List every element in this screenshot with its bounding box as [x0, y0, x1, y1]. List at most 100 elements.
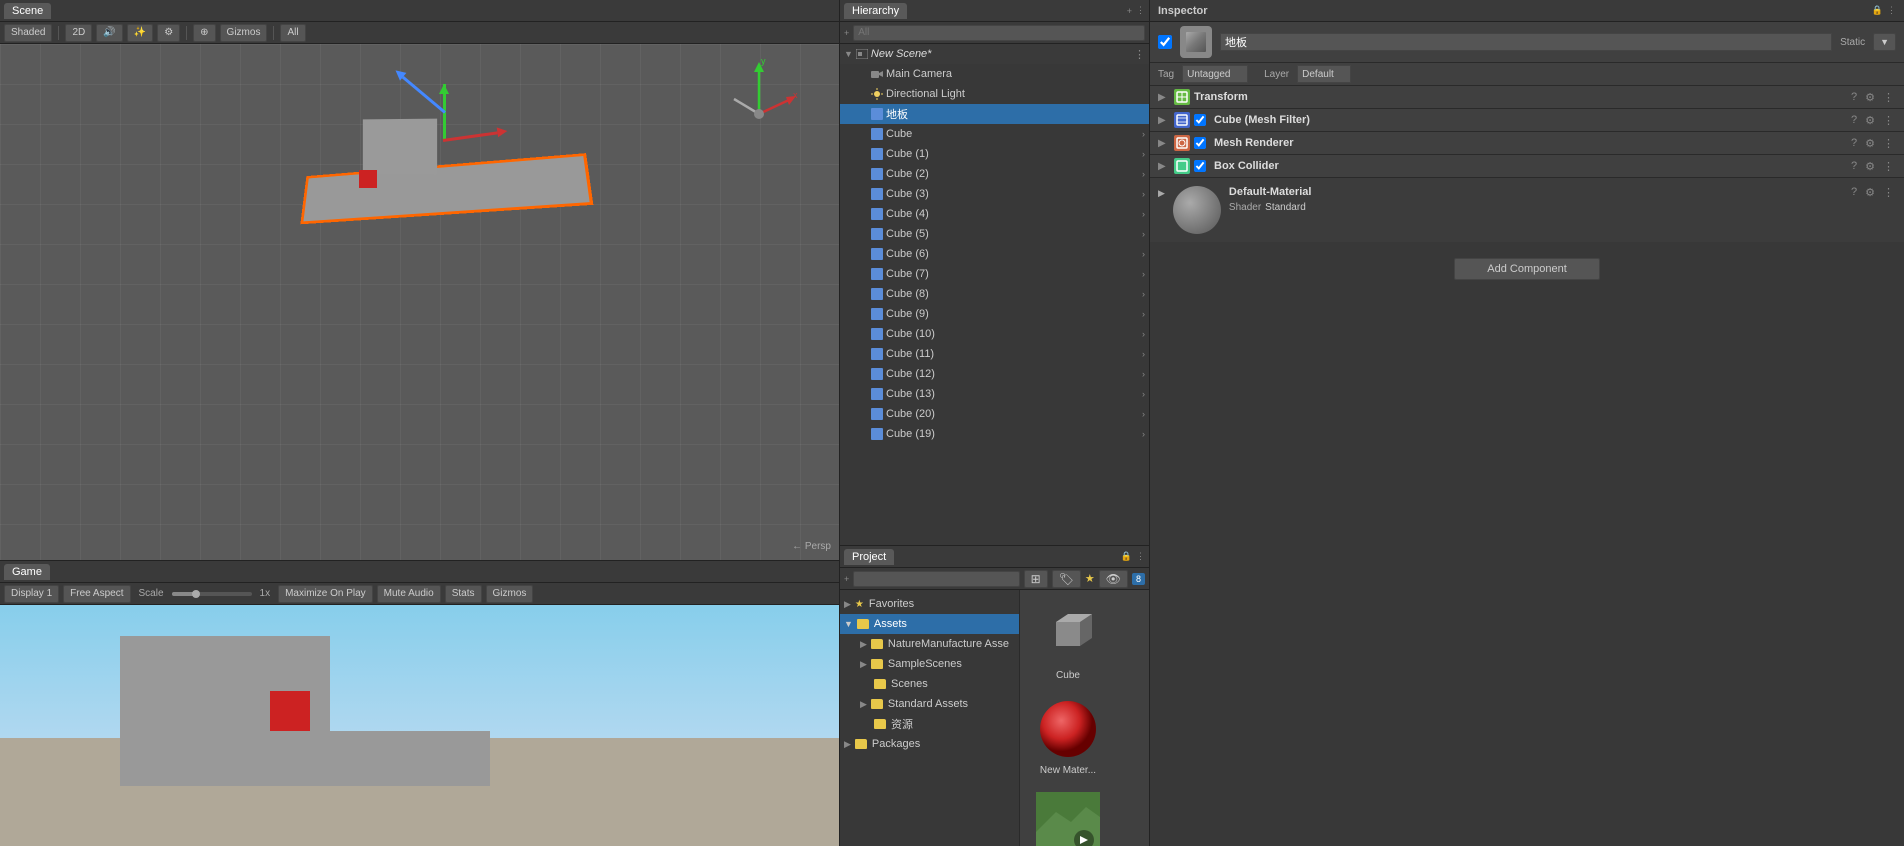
scene-viewport[interactable]: y x ← Persp: [0, 44, 839, 560]
hierarchy-item-cube-8[interactable]: Cube (8) ›: [840, 284, 1149, 304]
mesh-filter-menu-btn[interactable]: ⋮: [1881, 114, 1896, 127]
assets-item[interactable]: ▼ Assets: [840, 614, 1019, 634]
hierarchy-plus-btn[interactable]: +: [844, 28, 849, 38]
mesh-filter-help-btn[interactable]: ?: [1849, 114, 1859, 126]
packages-item[interactable]: ▶ Packages: [840, 734, 1019, 754]
audio-btn[interactable]: 🔊: [96, 24, 122, 42]
scenes-item[interactable]: Scenes: [840, 674, 1019, 694]
mesh-renderer-menu-btn[interactable]: ⋮: [1881, 137, 1896, 150]
box-collider-settings-btn[interactable]: ⚙: [1863, 160, 1877, 173]
scene-tab[interactable]: Scene: [4, 3, 51, 19]
transform-help-btn[interactable]: ?: [1849, 91, 1859, 103]
hierarchy-item-cube-11[interactable]: Cube (11) ›: [840, 344, 1149, 364]
static-dropdown-btn[interactable]: ▼: [1873, 33, 1896, 51]
project-add-btn[interactable]: +: [844, 574, 849, 584]
material-settings-btn[interactable]: ⚙: [1863, 186, 1877, 199]
scene-options-btn[interactable]: ⋮: [1134, 48, 1145, 61]
aspect-dropdown[interactable]: Free Aspect: [63, 585, 130, 603]
hierarchy-item-cube[interactable]: Cube ›: [840, 124, 1149, 144]
stats-btn[interactable]: Stats: [445, 585, 482, 603]
asset-material[interactable]: New Mater...: [1028, 693, 1108, 780]
tag-select[interactable]: Untagged: [1182, 65, 1248, 83]
project-lock-btn[interactable]: 🔒: [1121, 551, 1132, 562]
standard-assets-item[interactable]: ▶ Standard Assets: [840, 694, 1019, 714]
hierarchy-item-cube-6[interactable]: Cube (6) ›: [840, 244, 1149, 264]
sample-scenes-item[interactable]: ▶ SampleScenes: [840, 654, 1019, 674]
scale-slider[interactable]: [172, 592, 252, 596]
hierarchy-item-cube-5[interactable]: Cube (5) ›: [840, 224, 1149, 244]
mesh-filter-expand-arrow: ▶: [1158, 115, 1170, 126]
layer-select[interactable]: Default: [1297, 65, 1351, 83]
box-collider-help-btn[interactable]: ?: [1849, 160, 1859, 172]
hierarchy-item-floor[interactable]: 地板: [840, 104, 1149, 124]
mute-btn[interactable]: Mute Audio: [377, 585, 441, 603]
hierarchy-item-directional-light[interactable]: Directional Light: [840, 84, 1149, 104]
mesh-renderer-component-header[interactable]: ▶ Mesh Renderer ? ⚙ ⋮: [1150, 132, 1904, 154]
maximize-btn[interactable]: Maximize On Play: [278, 585, 373, 603]
left-panels: Scene Shaded 2D 🔊 ✨ ⚙ ⊕ Gizmos All: [0, 0, 840, 846]
mesh-renderer-settings-btn[interactable]: ⚙: [1863, 137, 1877, 150]
all-dropdown[interactable]: All: [280, 24, 305, 42]
hierarchy-item-cube-12[interactable]: Cube (12) ›: [840, 364, 1149, 384]
gizmos-dropdown[interactable]: Gizmos: [220, 24, 268, 42]
shading-dropdown[interactable]: Shaded: [4, 24, 52, 42]
mode-2d-btn[interactable]: 2D: [65, 24, 92, 42]
scene-expand-arrow[interactable]: ▼: [844, 49, 853, 59]
project-eye-btn[interactable]: 👁: [1099, 570, 1128, 588]
mesh-filter-settings-btn[interactable]: ⚙: [1863, 114, 1877, 127]
project-filter-btn[interactable]: ⊞: [1024, 570, 1048, 588]
project-search-input[interactable]: [853, 571, 1019, 587]
hierarchy-add-btn[interactable]: +: [1127, 6, 1132, 16]
display-dropdown[interactable]: Display 1: [4, 585, 59, 603]
transform-tools[interactable]: ⊕: [193, 24, 215, 42]
box-collider-checkbox[interactable]: [1194, 160, 1206, 172]
resources-item[interactable]: 资源: [840, 714, 1019, 734]
hierarchy-more-btn[interactable]: ⋮: [1136, 5, 1145, 16]
project-tab[interactable]: Project: [844, 549, 894, 565]
hierarchy-item-cube-1[interactable]: Cube (1) ›: [840, 144, 1149, 164]
scene-options-btn[interactable]: ⚙: [157, 24, 180, 42]
hierarchy-item-cube-13[interactable]: Cube (13) ›: [840, 384, 1149, 404]
mesh-renderer-help-btn[interactable]: ?: [1849, 137, 1859, 149]
gray-box-object[interactable]: [363, 119, 437, 175]
hierarchy-item-cube-2[interactable]: Cube (2) ›: [840, 164, 1149, 184]
project-more-btn[interactable]: ⋮: [1136, 551, 1145, 562]
transform-settings-btn[interactable]: ⚙: [1863, 91, 1877, 104]
mesh-filter-checkbox[interactable]: [1194, 114, 1206, 126]
box-collider-component-header[interactable]: ▶ Box Collider ? ⚙ ⋮: [1150, 155, 1904, 177]
inspector-lock-btn[interactable]: 🔒: [1872, 5, 1883, 16]
transform-menu-btn[interactable]: ⋮: [1881, 91, 1896, 104]
hierarchy-item-cube-19[interactable]: Cube (19) ›: [840, 424, 1149, 444]
game-tab[interactable]: Game: [4, 564, 50, 580]
asset-cube[interactable]: Cube: [1028, 598, 1108, 685]
material-menu-btn[interactable]: ⋮: [1881, 186, 1896, 199]
nature-manufacture-item[interactable]: ▶ NatureManufacture Asse: [840, 634, 1019, 654]
hierarchy-item-cube-3[interactable]: Cube (3) ›: [840, 184, 1149, 204]
hierarchy-tab[interactable]: Hierarchy: [844, 3, 907, 19]
mesh-filter-component-header[interactable]: ▶ Cube (Mesh Filter) ? ⚙ ⋮: [1150, 109, 1904, 131]
hierarchy-item-cube-4[interactable]: Cube (4) ›: [840, 204, 1149, 224]
add-component-button[interactable]: Add Component: [1454, 258, 1600, 280]
mesh-renderer-checkbox[interactable]: [1194, 137, 1206, 149]
hierarchy-item-cube-9[interactable]: Cube (9) ›: [840, 304, 1149, 324]
hierarchy-search-input[interactable]: [853, 25, 1145, 41]
red-cube-object[interactable]: [359, 170, 377, 188]
hierarchy-item-cube-7[interactable]: Cube (7) ›: [840, 264, 1149, 284]
object-name-input[interactable]: [1220, 33, 1832, 51]
asset-terrain[interactable]: [1028, 788, 1108, 846]
game-viewport[interactable]: [0, 605, 839, 846]
box-collider-menu-btn[interactable]: ⋮: [1881, 160, 1896, 173]
project-tag-btn[interactable]: 🏷: [1052, 570, 1081, 588]
material-help-btn[interactable]: ?: [1849, 186, 1859, 199]
game-gizmos-btn[interactable]: Gizmos: [486, 585, 534, 603]
transform-component-header[interactable]: ▶ Transform ? ⚙ ⋮: [1150, 86, 1904, 108]
object-active-checkbox[interactable]: [1158, 35, 1172, 49]
hierarchy-item-main-camera[interactable]: Main Camera: [840, 64, 1149, 84]
inspector-more-btn[interactable]: ⋮: [1887, 5, 1896, 16]
hierarchy-item-cube-20[interactable]: Cube (20) ›: [840, 404, 1149, 424]
platform-object[interactable]: [300, 153, 593, 224]
favorites-item[interactable]: ▶ ★ Favorites: [840, 594, 1019, 614]
hierarchy-item-cube-10[interactable]: Cube (10) ›: [840, 324, 1149, 344]
cube2-label: Cube (2): [886, 168, 1140, 180]
effects-btn[interactable]: ✨: [127, 24, 153, 42]
